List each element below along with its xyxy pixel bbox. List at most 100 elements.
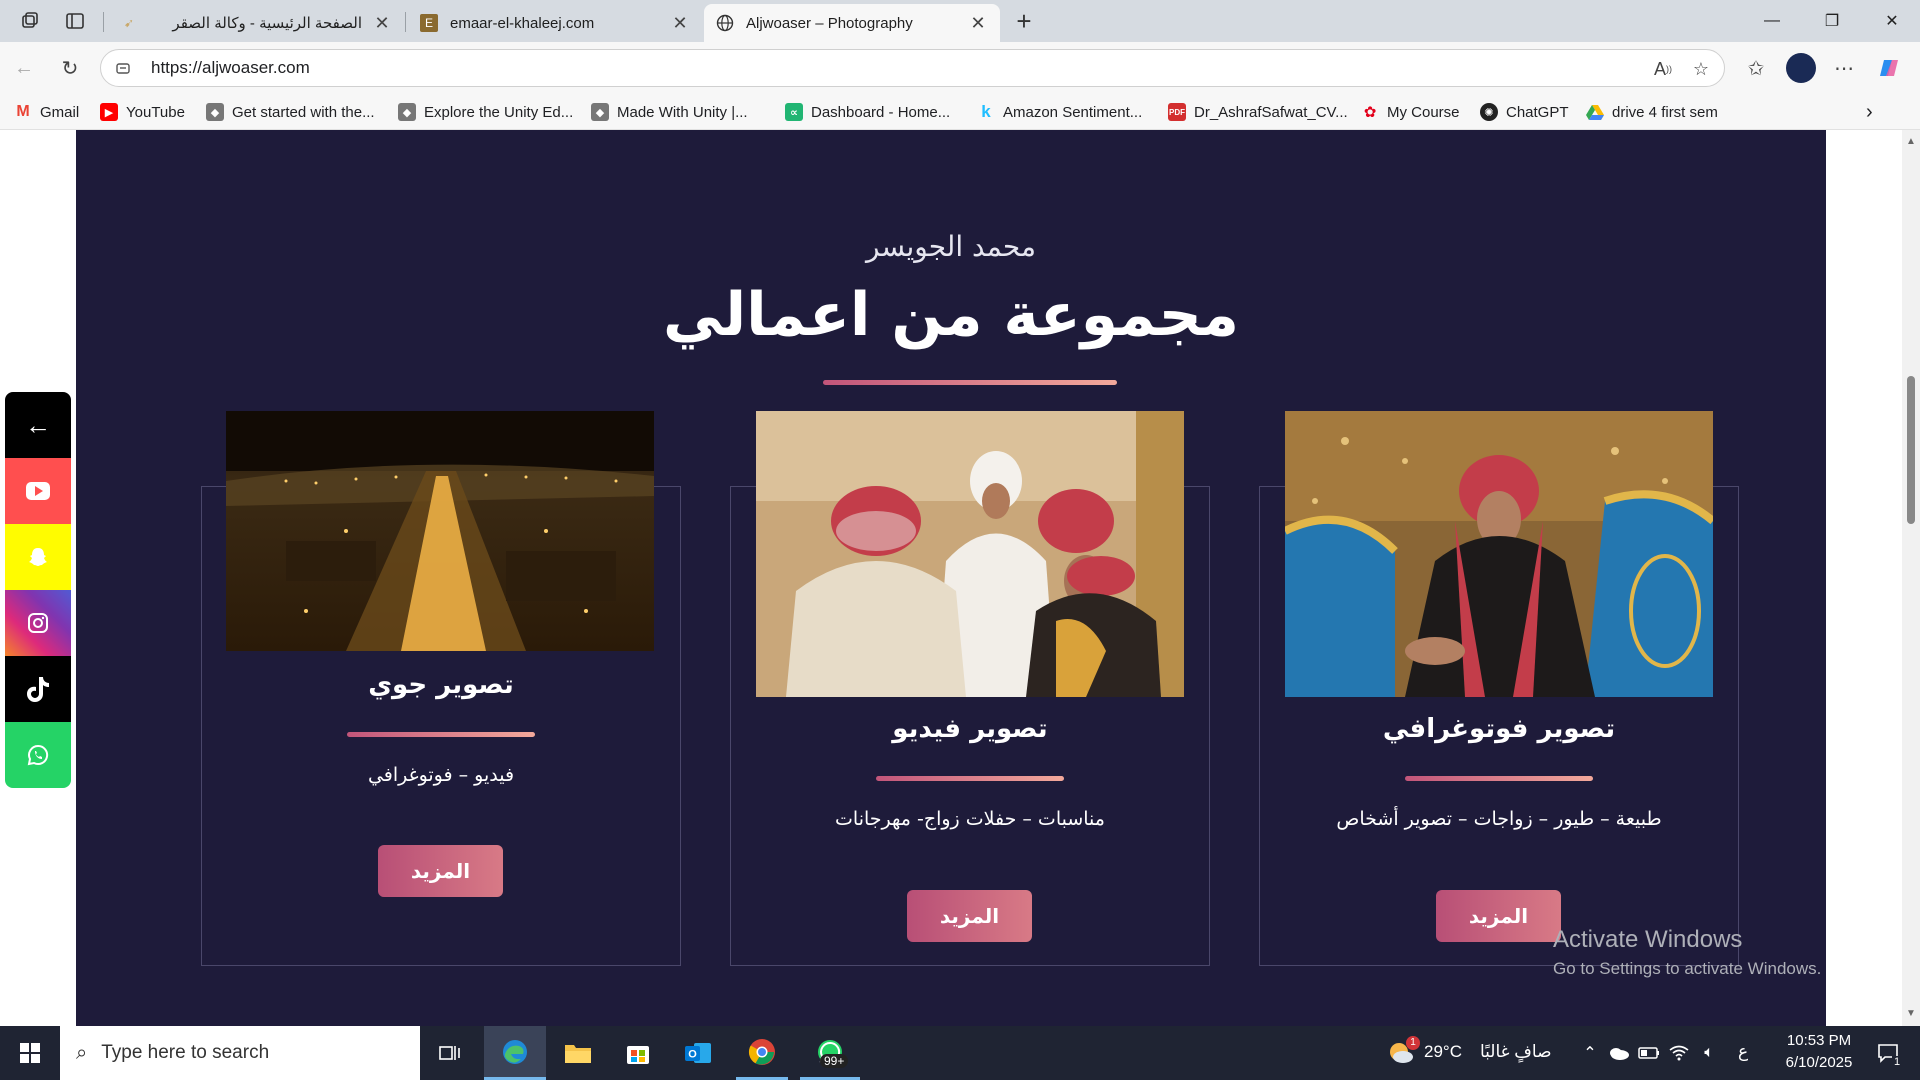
onedrive-icon[interactable] bbox=[1606, 1026, 1632, 1080]
chatgpt-icon: ✺ bbox=[1480, 103, 1498, 121]
outlook-icon[interactable]: O bbox=[672, 1026, 724, 1080]
pdf-icon: PDF bbox=[1168, 103, 1186, 121]
scroll-thumb[interactable] bbox=[1907, 376, 1915, 524]
close-window-icon[interactable]: ✕ bbox=[1862, 0, 1920, 42]
volume-icon[interactable]: 🔈︎ bbox=[1696, 1026, 1722, 1080]
section-kicker: محمد الجويسر bbox=[866, 230, 1036, 263]
scroll-up-icon[interactable]: ▲ bbox=[1905, 136, 1917, 148]
read-aloud-icon[interactable]: A)) bbox=[1652, 58, 1674, 80]
close-tab-icon[interactable]: ✕ bbox=[372, 13, 392, 34]
youtube-icon: ▶ bbox=[100, 103, 118, 121]
store-icon[interactable] bbox=[612, 1026, 664, 1080]
activate-windows-title: Activate Windows bbox=[1553, 926, 1743, 953]
dashboard-icon: ∝ bbox=[785, 103, 803, 121]
bookmarks-bar: M Gmail ▶ YouTube ◆ Get started with the...… bbox=[0, 94, 1920, 130]
weather-badge: 1 bbox=[1406, 1036, 1420, 1050]
weather-icon[interactable]: 1 bbox=[1384, 1026, 1420, 1080]
section-heading: مجموعة من اعمالي bbox=[662, 280, 1240, 350]
bookmark-my-course[interactable]: ✿ My Course bbox=[1361, 100, 1460, 124]
bookmark-unity-3[interactable]: ◆ Made With Unity |... bbox=[591, 100, 748, 124]
url-text[interactable]: https://aljwoaser.com bbox=[151, 58, 310, 78]
bookmark-dashboard[interactable]: ∝ Dashboard - Home... bbox=[785, 100, 950, 124]
tab-aljwoaser[interactable]: Aljwoaser – Photography ✕ bbox=[704, 4, 1000, 42]
youtube-icon[interactable] bbox=[5, 458, 71, 524]
bookmark-unity-2[interactable]: ◆ Explore the Unity Ed... bbox=[398, 100, 573, 124]
battery-icon[interactable] bbox=[1636, 1026, 1662, 1080]
vertical-tabs-icon[interactable] bbox=[61, 7, 89, 35]
bookmark-cv-pdf[interactable]: PDF Dr_AshrafSafwat_CV... bbox=[1168, 100, 1348, 124]
notification-center-icon[interactable]: 1 bbox=[1868, 1026, 1908, 1080]
bookmark-label: Amazon Sentiment... bbox=[1003, 103, 1143, 121]
bookmark-amazon-sentiment[interactable]: k Amazon Sentiment... bbox=[977, 100, 1142, 124]
card-tags: مناسبات – حفلات زواج- مهرجانات bbox=[835, 808, 1105, 830]
card-underline bbox=[876, 776, 1064, 781]
bookmark-label: Get started with the... bbox=[232, 103, 375, 121]
workspaces-icon[interactable] bbox=[16, 7, 44, 35]
input-language[interactable]: ع bbox=[1738, 1042, 1748, 1062]
more-button-aerial[interactable]: المزيد bbox=[378, 845, 503, 897]
unity-icon: ◆ bbox=[591, 103, 609, 121]
edge-taskbar-icon[interactable] bbox=[484, 1026, 546, 1080]
close-tab-icon[interactable]: ✕ bbox=[670, 13, 690, 34]
whatsapp-icon[interactable] bbox=[5, 722, 71, 788]
refresh-icon[interactable]: ↻ bbox=[56, 54, 84, 82]
gmail-icon: M bbox=[16, 103, 30, 120]
tab-title: Aljwoaser – Photography bbox=[746, 14, 913, 32]
favorite-star-icon[interactable]: ☆ bbox=[1690, 58, 1712, 80]
more-button-video[interactable]: المزيد bbox=[907, 890, 1032, 942]
card-underline bbox=[347, 732, 535, 737]
clock-time[interactable]: 10:53 PM bbox=[1780, 1032, 1858, 1049]
clock-date[interactable]: 6/10/2025 bbox=[1776, 1054, 1862, 1071]
page-scrollbar[interactable]: ▲ ▼ bbox=[1902, 130, 1920, 1026]
profile-avatar[interactable] bbox=[1786, 53, 1816, 83]
heading-underline bbox=[823, 380, 1117, 385]
chrome-icon[interactable] bbox=[736, 1026, 788, 1080]
browser-tab-strip: ➹ الصفحة الرئيسية - وكالة الصقر ✕ E emaa… bbox=[0, 0, 1920, 42]
address-bar[interactable]: https://aljwoaser.com A)) ☆ bbox=[100, 49, 1725, 87]
tab-alsaqr[interactable]: ➹ الصفحة الرئيسية - وكالة الصقر ✕ bbox=[108, 4, 404, 42]
whatsapp-taskbar-icon[interactable]: 99+ bbox=[800, 1026, 860, 1080]
bookmark-unity-1[interactable]: ◆ Get started with the... bbox=[206, 100, 375, 124]
snapchat-icon[interactable] bbox=[5, 524, 71, 590]
file-explorer-icon[interactable] bbox=[552, 1026, 604, 1080]
card-title: تصوير فيديو bbox=[892, 714, 1048, 744]
show-hidden-icons[interactable]: ⌃ bbox=[1578, 1026, 1602, 1080]
bookmark-youtube[interactable]: ▶ YouTube bbox=[100, 100, 185, 124]
close-tab-icon[interactable]: ✕ bbox=[968, 13, 988, 34]
wifi-icon[interactable] bbox=[1666, 1026, 1692, 1080]
restore-icon[interactable]: ❐ bbox=[1802, 0, 1862, 42]
portrait-throne-photo bbox=[1285, 411, 1713, 697]
portfolio-section: محمد الجويسر مجموعة من اعمالي تصوير جوي … bbox=[76, 130, 1826, 1026]
arrow-left-icon[interactable]: ← bbox=[5, 392, 71, 458]
bookmark-chatgpt[interactable]: ✺ ChatGPT bbox=[1480, 100, 1569, 124]
aerial-night-photo bbox=[226, 411, 654, 651]
huawei-icon: ✿ bbox=[1363, 104, 1377, 121]
tab-emaar[interactable]: E emaar-el-khaleej.com ✕ bbox=[408, 4, 702, 42]
more-button-photography[interactable]: المزيد bbox=[1436, 890, 1561, 942]
new-tab-button[interactable]: + bbox=[1010, 6, 1038, 36]
taskbar-search[interactable]: ⌕ Type here to search bbox=[60, 1026, 420, 1080]
drive-icon bbox=[1586, 103, 1604, 121]
windows-start-icon[interactable] bbox=[0, 1026, 60, 1080]
tiktok-icon[interactable] bbox=[5, 656, 71, 722]
back-icon[interactable]: ← bbox=[10, 54, 38, 82]
card-tags: فيديو – فوتوغرافي bbox=[367, 764, 515, 786]
card-tags: طبيعة – طيور – زواجات – تصوير أشخاص bbox=[1336, 808, 1662, 830]
falcon-icon: ➹ bbox=[123, 16, 135, 30]
more-menu-icon[interactable]: ⋯ bbox=[1830, 54, 1858, 82]
e-logo-icon: E bbox=[420, 14, 438, 32]
minimize-icon[interactable]: — bbox=[1742, 0, 1802, 42]
site-info-icon[interactable] bbox=[115, 59, 137, 78]
bookmark-drive[interactable]: drive 4 first sem bbox=[1586, 100, 1718, 124]
bookmark-label: Gmail bbox=[40, 103, 80, 121]
notification-count: 1 bbox=[1892, 1056, 1903, 1068]
bookmark-gmail[interactable]: M Gmail bbox=[14, 100, 79, 124]
page-viewport: محمد الجويسر مجموعة من اعمالي تصوير جوي … bbox=[0, 130, 1920, 1026]
favorites-icon[interactable]: ✩ bbox=[1742, 54, 1770, 82]
instagram-icon[interactable] bbox=[5, 590, 71, 656]
task-view-icon[interactable] bbox=[428, 1026, 472, 1080]
bookmarks-overflow-icon[interactable]: › bbox=[1866, 100, 1873, 124]
search-icon: ⌕ bbox=[76, 1041, 88, 1064]
copilot-icon[interactable] bbox=[1876, 54, 1904, 82]
scroll-down-icon[interactable]: ▼ bbox=[1905, 1008, 1917, 1020]
